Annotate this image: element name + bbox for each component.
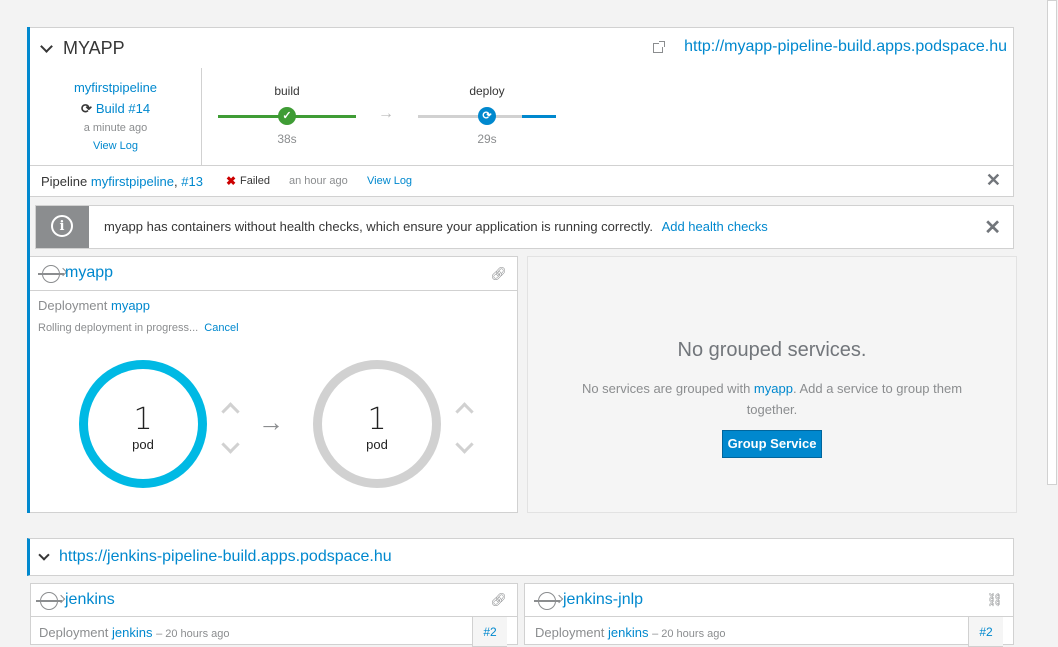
service-header: jenkins 🔗︎ (31, 584, 517, 617)
service-icon (38, 265, 64, 283)
service-name-link[interactable]: jenkins-jnlp (563, 591, 643, 609)
grouped-services-panel: No grouped services. No services are gro… (527, 256, 1017, 513)
app-card: MYAPP http://myapp-pipeline-build.apps.p… (27, 27, 1017, 513)
add-health-checks-link[interactable]: Add health checks (662, 219, 768, 234)
old-pod-label: pod (132, 437, 154, 452)
pipeline-history-separator: , (173, 174, 178, 189)
running-sync-icon[interactable]: ⟳ (478, 107, 496, 125)
scale-down-icon (221, 435, 240, 454)
unlink-icon[interactable]: ⛓︎ (986, 592, 1003, 608)
failed-x-icon: ✖ (226, 174, 237, 188)
stage-deploy-progress (522, 115, 556, 118)
deployment-line: Deployment jenkins – 20 hours ago (39, 625, 229, 640)
pipeline-history-build-link[interactable]: #13 (181, 174, 203, 189)
pipeline-prefix: Pipeline (41, 174, 88, 189)
pipeline-box: myfirstpipeline ⟳ Build #14 a minute ago … (30, 68, 1014, 166)
dismiss-history-icon[interactable]: ✕ (986, 170, 1001, 191)
stage-build-label: build (274, 84, 300, 98)
deployment-label: Deployment (39, 625, 109, 640)
app2-header: https://jenkins-pipeline-build.apps.pods… (27, 538, 1014, 576)
jenkins-jnlp-service-panel: jenkins-jnlp ⛓︎ Deployment jenkins – 20 … (524, 583, 1014, 647)
deployment-line: Deployment jenkins – 20 hours ago (535, 625, 725, 640)
old-pods-donut[interactable]: 1 pod (79, 360, 207, 488)
deployment-name-link[interactable]: jenkins (112, 625, 152, 640)
service-name-link[interactable]: myapp (65, 264, 113, 282)
grouped-title: No grouped services. (677, 339, 867, 361)
alert-icon-box: i (36, 206, 89, 248)
history-view-log-link[interactable]: View Log (367, 175, 412, 187)
scale-down-icon (455, 435, 474, 454)
cancel-deployment-link[interactable]: Cancel (204, 322, 238, 334)
view-log-link[interactable]: View Log (30, 140, 201, 152)
deployment-panel: myapp 🔗︎ Deployment myapp Rolling deploy… (30, 256, 518, 513)
deployment-name-link[interactable]: jenkins (608, 625, 648, 640)
pipeline-summary: myfirstpipeline ⟳ Build #14 a minute ago … (30, 68, 202, 165)
scrollbar-thumb[interactable] (1047, 0, 1057, 485)
service-header: jenkins-jnlp ⛓︎ (525, 584, 1013, 617)
deployment-badge[interactable]: #2 (472, 617, 507, 647)
dismiss-alert-icon[interactable]: ✕ (984, 215, 1001, 240)
stage-arrow-icon: → (378, 105, 394, 122)
app2-route-link[interactable]: https://jenkins-pipeline-build.apps.pods… (59, 548, 392, 566)
stage-deploy-label: deploy (469, 84, 505, 98)
external-link-icon (653, 41, 665, 53)
info-icon: i (51, 215, 73, 237)
jenkins-service-panel: jenkins 🔗︎ Deployment jenkins – 20 hours… (30, 583, 518, 647)
app-title: MYAPP (63, 38, 125, 58)
deployment-time: – 20 hours ago (156, 628, 230, 640)
pipeline-build: ⟳ Build #14 (30, 101, 201, 117)
pipeline-history-row: Pipeline myfirstpipeline, #13 ✖ Failed a… (30, 165, 1014, 197)
build-time-ago: a minute ago (83, 122, 148, 134)
link-icon[interactable]: 🔗︎ (490, 266, 507, 282)
deployment-name-link[interactable]: myapp (111, 298, 150, 313)
pipeline-name-link[interactable]: myfirstpipeline (30, 80, 201, 95)
transition-arrow-icon: → (258, 407, 284, 437)
app-header: MYAPP http://myapp-pipeline-build.apps.p… (30, 27, 1014, 69)
sync-icon: ⟳ (80, 101, 92, 116)
grouped-text-before: No services are grouped with (581, 381, 751, 396)
grouped-service-link[interactable]: myapp (754, 381, 793, 396)
deployment-line: Deployment myapp (38, 298, 150, 313)
alert-text: myapp has containers without health chec… (104, 219, 768, 234)
collapse-chevron-icon[interactable] (38, 549, 50, 561)
grouped-text: No services are grouped with myapp. Add … (576, 378, 968, 420)
rolling-line: Rolling deployment in progress... Cancel (38, 322, 239, 334)
new-pod-label: pod (366, 437, 388, 452)
rolling-text: Rolling deployment in progress... (38, 322, 199, 334)
service-header: myapp 🔗︎ (30, 257, 517, 291)
scale-up-icon (455, 402, 474, 421)
group-service-button[interactable]: Group Service (722, 430, 822, 458)
health-check-alert: i myapp has containers without health ch… (35, 205, 1014, 249)
stage-deploy-duration: 29s (477, 132, 497, 146)
pipeline-history-name-link[interactable]: myfirstpipeline (91, 174, 174, 189)
build-number-link[interactable]: Build #14 (96, 101, 150, 116)
old-pod-count: 1 (133, 402, 153, 437)
new-pod-count: 1 (367, 402, 387, 437)
scale-up-icon (221, 402, 240, 421)
deployment-badge[interactable]: #2 (968, 617, 1003, 647)
service-name-link[interactable]: jenkins (65, 591, 115, 609)
deployment-label: Deployment (535, 625, 605, 640)
deployment-label: Deployment (38, 298, 108, 313)
history-time-ago: an hour ago (289, 175, 348, 187)
service-icon (534, 592, 560, 610)
new-pods-donut[interactable]: 1 pod (313, 360, 441, 488)
pipeline-history-text: Pipeline myfirstpipeline, #13 (41, 174, 203, 189)
deployment-time: – 20 hours ago (652, 628, 726, 640)
service-icon (36, 592, 62, 610)
stage-build-duration: 38s (277, 132, 297, 146)
success-check-icon[interactable]: ✓ (278, 107, 296, 125)
alert-message: myapp has containers without health chec… (104, 219, 653, 234)
collapse-chevron-icon[interactable] (40, 40, 53, 53)
failed-status: Failed (240, 175, 270, 187)
app-route-link[interactable]: http://myapp-pipeline-build.apps.podspac… (684, 38, 1007, 56)
link-icon[interactable]: 🔗︎ (490, 592, 507, 608)
